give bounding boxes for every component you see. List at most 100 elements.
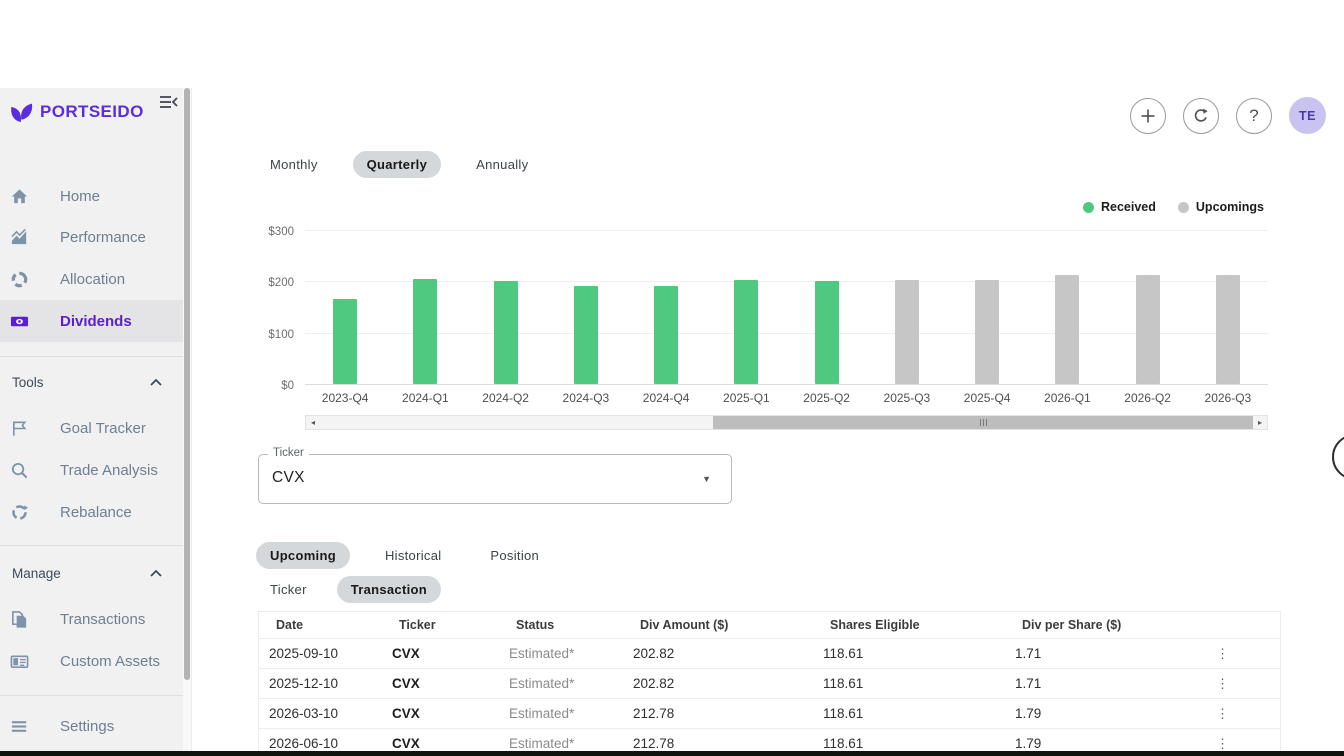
settings-icon [10,717,29,736]
bar-2026-Q1[interactable] [1055,275,1079,384]
bar-2025-Q1[interactable] [734,280,758,384]
sidebar-item-goal-tracker[interactable]: Goal Tracker [0,407,183,449]
cell-shares: 118.61 [813,646,1005,661]
x-tick-label: 2025-Q3 [867,391,947,405]
bar-2025-Q4[interactable] [975,280,999,384]
row-menu-icon[interactable]: ⋮ [1211,736,1280,752]
period-tab-quarterly[interactable]: Quarterly [353,151,442,178]
cell-amount: 212.78 [623,706,813,721]
bar-2024-Q1[interactable] [413,279,437,384]
refresh-button[interactable] [1183,98,1219,134]
cell-shares: 118.61 [813,676,1005,691]
leaf-logo-icon [8,100,35,125]
legend-dot [1083,202,1094,213]
bar-2024-Q4[interactable] [654,286,678,384]
chart-scrollbar[interactable]: ◂ ▸ [305,415,1268,430]
period-tab-annually[interactable]: Annually [462,151,542,178]
allocation-icon [10,270,29,289]
dividends-icon [10,312,29,331]
scroll-left-icon[interactable]: ◂ [306,416,320,429]
cell-ticker: CVX [382,646,499,661]
column-header: Status [499,618,623,632]
x-tick-label: 2026-Q2 [1108,391,1188,405]
legend-label: Upcomings [1196,200,1264,214]
brand-name: PORTSEIDO [40,102,144,122]
view-tab-historical[interactable]: Historical [371,542,455,569]
table-row: 2026-03-10CVXEstimated*212.78118.611.79⋮ [259,699,1280,729]
row-menu-icon[interactable]: ⋮ [1211,646,1280,662]
avatar[interactable]: TE [1289,97,1326,134]
legend-dot [1178,202,1189,213]
card-icon [10,652,29,671]
cell-status: Estimated* [499,706,623,721]
sidebar-item-dividends[interactable]: Dividends [0,300,183,342]
table-row: 2025-12-10CVXEstimated*202.82118.611.71⋮ [259,669,1280,699]
sidebar-section-tools[interactable]: Tools [0,369,183,395]
mode-tabs: Ticker Transaction [256,576,441,603]
documents-icon [10,610,29,629]
sidebar-collapse-icon[interactable] [157,92,179,112]
sidebar-item-trade-analysis[interactable]: Trade Analysis [0,449,183,491]
sidebar-item-label: Performance [60,229,146,246]
sidebar: PORTSEIDO Home Performance [0,88,183,756]
mode-tab-ticker[interactable]: Ticker [256,576,321,603]
add-button[interactable] [1130,98,1166,134]
dropdown-arrow-icon: ▼ [702,474,711,484]
sidebar-item-label: Goal Tracker [60,420,146,437]
ticker-select-label: Ticker [268,447,309,459]
cell-date: 2025-09-10 [259,646,382,661]
sidebar-item-custom-assets[interactable]: Custom Assets [0,640,183,682]
cell-shares: 118.61 [813,706,1005,721]
chart-scrollbar-thumb[interactable] [713,416,1254,429]
cell-ticker: CVX [382,736,499,751]
bar-2026-Q2[interactable] [1136,275,1160,384]
sidebar-divider [0,545,183,546]
refresh-icon [1192,107,1210,125]
cell-amount: 212.78 [623,736,813,751]
legend-item-upcomings[interactable]: Upcomings [1178,200,1264,214]
row-menu-icon[interactable]: ⋮ [1211,706,1280,722]
bar-2025-Q3[interactable] [895,280,919,384]
cell-dps: 1.79 [1005,706,1211,721]
bar-2025-Q2[interactable] [815,281,839,384]
cell-ticker: CVX [382,676,499,691]
bar-2024-Q2[interactable] [494,281,518,384]
sidebar-item-settings[interactable]: Settings [0,705,183,747]
sidebar-item-allocation[interactable]: Allocation [0,258,183,300]
sidebar-scrollbar-thumb[interactable] [184,88,190,680]
row-menu-icon[interactable]: ⋮ [1211,676,1280,692]
x-tick-label: 2025-Q2 [787,391,867,405]
bottom-edge-strip [0,751,1344,756]
cell-dps: 1.79 [1005,736,1211,751]
column-header: Shares Eligible [813,618,1005,632]
gridline [305,333,1268,334]
cell-dps: 1.71 [1005,676,1211,691]
ticker-select[interactable]: Ticker CVX ▼ [258,454,732,504]
edge-floating-button[interactable] [1332,434,1344,480]
view-tab-upcoming[interactable]: Upcoming [256,542,350,569]
view-tab-position[interactable]: Position [476,542,553,569]
period-tab-monthly[interactable]: Monthly [256,151,332,178]
sidebar-item-transactions[interactable]: Transactions [0,598,183,640]
cell-ticker: CVX [382,706,499,721]
bar-2024-Q3[interactable] [574,286,598,384]
home-icon [10,187,29,206]
column-header: Ticker [382,618,499,632]
sidebar-item-label: Trade Analysis [60,462,158,479]
help-button[interactable]: ? [1236,98,1272,134]
sidebar-item-home[interactable]: Home [0,175,183,217]
sidebar-scrollbar[interactable] [183,88,191,756]
bar-2026-Q3[interactable] [1216,275,1240,384]
cell-amount: 202.82 [623,676,813,691]
sidebar-item-label: Allocation [60,271,125,288]
mode-tab-transaction[interactable]: Transaction [337,576,441,603]
bar-2023-Q4[interactable] [333,299,357,384]
sidebar-item-rebalance[interactable]: Rebalance [0,491,183,533]
x-tick-label: 2025-Q1 [706,391,786,405]
sidebar-item-performance[interactable]: Performance [0,216,183,258]
brand-logo[interactable]: PORTSEIDO [8,98,178,126]
legend-item-received[interactable]: Received [1083,200,1156,214]
legend-label: Received [1101,200,1156,214]
sidebar-section-manage[interactable]: Manage [0,560,183,586]
scroll-right-icon[interactable]: ▸ [1253,416,1267,429]
